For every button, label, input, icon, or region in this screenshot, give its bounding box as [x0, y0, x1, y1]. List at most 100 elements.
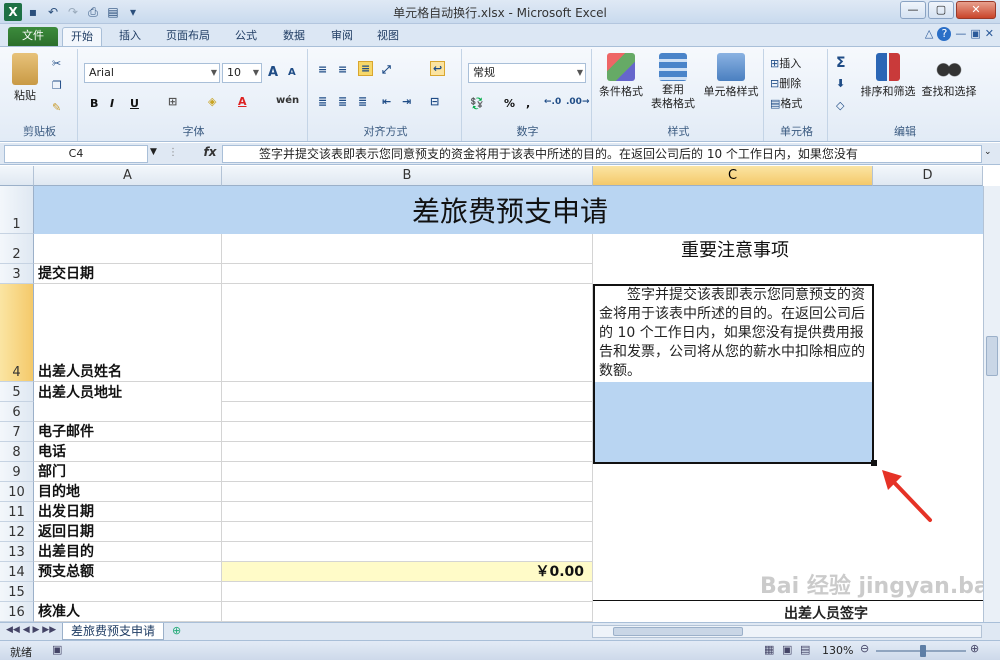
bold-button[interactable]: B: [90, 97, 98, 110]
input-address-line1[interactable]: [222, 382, 593, 402]
row-header-1[interactable]: 1: [0, 186, 34, 234]
input-phone[interactable]: [222, 442, 593, 462]
zoom-in-icon[interactable]: ⊕: [970, 642, 979, 655]
increase-decimal-icon[interactable]: ←.0: [544, 97, 561, 107]
increase-indent-icon[interactable]: ⇥: [402, 95, 411, 108]
row-header-13[interactable]: 13: [0, 542, 34, 562]
insert-cells-button[interactable]: ⊞插入: [770, 55, 801, 71]
grow-font-icon[interactable]: A: [268, 65, 278, 80]
normal-view-icon[interactable]: ▦: [764, 643, 774, 656]
input-department[interactable]: [222, 462, 593, 482]
cell-a2[interactable]: [34, 234, 222, 264]
decrease-indent-icon[interactable]: ⇤: [382, 95, 391, 108]
input-email[interactable]: [222, 422, 593, 442]
sheet-title-cell[interactable]: 差旅费预支申请: [34, 186, 983, 234]
cut-icon[interactable]: ✂: [52, 57, 61, 70]
label-phone[interactable]: 电话: [34, 442, 222, 462]
label-email[interactable]: 电子邮件: [34, 422, 222, 442]
select-all-corner[interactable]: [0, 166, 34, 186]
input-trip-purpose[interactable]: [222, 542, 593, 562]
sheet-nav-icons[interactable]: ◀◀ ◀ ▶ ▶▶: [6, 625, 56, 635]
fill-color-icon[interactable]: ◈: [208, 95, 216, 108]
align-top-icon[interactable]: ≡: [318, 63, 327, 76]
label-advance-total[interactable]: 预支总额: [34, 562, 222, 582]
shrink-font-icon[interactable]: A: [288, 67, 296, 78]
tab-page-layout[interactable]: 页面布局: [160, 27, 216, 46]
input-return-date[interactable]: [222, 522, 593, 542]
align-middle-icon[interactable]: ≡: [338, 63, 347, 76]
phonetic-guide-icon[interactable]: wén: [276, 95, 299, 106]
column-header-d[interactable]: D: [873, 166, 983, 186]
format-cells-button[interactable]: ▤格式: [770, 95, 802, 111]
tab-data[interactable]: 数据: [274, 27, 314, 46]
row-header-4[interactable]: 4: [0, 284, 34, 382]
clear-icon[interactable]: ◇: [836, 99, 844, 112]
column-header-c[interactable]: C: [593, 166, 873, 186]
tab-formulas[interactable]: 公式: [226, 27, 266, 46]
name-box-dropdown-icon[interactable]: ▼: [150, 147, 157, 157]
page-break-view-icon[interactable]: ▤: [800, 643, 810, 656]
cell-styles-button[interactable]: 单元格样式: [702, 53, 760, 99]
font-size-select[interactable]: 10 ▼: [222, 63, 262, 83]
paste-button[interactable]: 粘贴: [10, 53, 40, 103]
label-department[interactable]: 部门: [34, 462, 222, 482]
cell-b2[interactable]: [222, 234, 593, 264]
align-left-icon[interactable]: ≣: [318, 95, 327, 108]
row-header-7[interactable]: 7: [0, 422, 34, 442]
formula-input[interactable]: 签字并提交该表即表示您同意预支的资金将用于该表中所述的目的。在返回公司后的 10…: [222, 145, 982, 163]
align-bottom-icon[interactable]: ≡: [358, 61, 374, 76]
borders-icon[interactable]: ⊞: [168, 95, 177, 108]
font-color-button[interactable]: A: [238, 95, 247, 108]
maximize-button[interactable]: ▢: [928, 1, 954, 19]
input-traveler-name[interactable]: [222, 284, 593, 382]
row-header-14[interactable]: 14: [0, 562, 34, 582]
column-header-a[interactable]: A: [34, 166, 222, 186]
fill-icon[interactable]: ⬇: [836, 77, 845, 90]
align-center-icon[interactable]: ≣: [338, 95, 347, 108]
horizontal-scroll-thumb[interactable]: [613, 627, 743, 636]
decrease-decimal-icon[interactable]: .00→: [566, 97, 589, 107]
vertical-scrollbar[interactable]: [983, 186, 1000, 622]
cell-b15[interactable]: [222, 582, 593, 602]
row-header-10[interactable]: 10: [0, 482, 34, 502]
insert-sheet-icon[interactable]: ⊕: [172, 624, 181, 637]
comma-button[interactable]: ,: [526, 97, 530, 110]
doc-close-icon[interactable]: ✕: [985, 27, 994, 41]
number-format-select[interactable]: 常规 ▼: [468, 63, 586, 83]
macro-record-icon[interactable]: ▣: [52, 643, 62, 656]
horizontal-scrollbar[interactable]: [592, 625, 982, 638]
find-select-button[interactable]: 查找和选择: [920, 53, 978, 99]
label-destination[interactable]: 目的地: [34, 482, 222, 502]
delete-cells-button[interactable]: ⊟删除: [770, 75, 801, 91]
input-destination[interactable]: [222, 482, 593, 502]
doc-restore-icon[interactable]: ▣: [970, 27, 980, 41]
percent-button[interactable]: %: [504, 97, 515, 110]
font-name-select[interactable]: Arial ▼: [84, 63, 220, 83]
total-amount-cell[interactable]: ￥0.00: [222, 562, 593, 582]
format-painter-icon[interactable]: ✎: [52, 101, 61, 114]
notice-title-cell[interactable]: 重要注意事项: [593, 234, 873, 264]
underline-button[interactable]: U: [130, 97, 139, 110]
column-header-b[interactable]: B: [222, 166, 593, 186]
input-address-line2[interactable]: [222, 402, 593, 422]
zoom-slider-thumb[interactable]: [920, 645, 926, 657]
merge-center-icon[interactable]: ⊟: [430, 95, 439, 108]
name-box[interactable]: C4: [4, 145, 148, 163]
row-header-8[interactable]: 8: [0, 442, 34, 462]
tab-review[interactable]: 审阅: [322, 27, 362, 46]
row-header-15[interactable]: 15: [0, 582, 34, 602]
input-departure-date[interactable]: [222, 502, 593, 522]
close-button[interactable]: ✕: [956, 1, 996, 19]
page-layout-view-icon[interactable]: ▣: [782, 643, 792, 656]
tab-view[interactable]: 视图: [368, 27, 408, 46]
row-header-11[interactable]: 11: [0, 502, 34, 522]
row-header-12[interactable]: 12: [0, 522, 34, 542]
expand-formula-bar-icon[interactable]: ⌄: [984, 147, 992, 157]
zoom-slider[interactable]: [876, 645, 966, 657]
row-header-3[interactable]: 3: [0, 264, 34, 284]
label-trip-purpose[interactable]: 出差目的: [34, 542, 222, 562]
minimize-ribbon-icon[interactable]: △: [925, 27, 933, 41]
row-header-9[interactable]: 9: [0, 462, 34, 482]
notice-text-cell[interactable]: 签字并提交该表即表示您同意预支的资金将用于该表中所述的目的。在返回公司后的 10…: [593, 284, 874, 464]
row-header-16[interactable]: 16: [0, 602, 34, 622]
